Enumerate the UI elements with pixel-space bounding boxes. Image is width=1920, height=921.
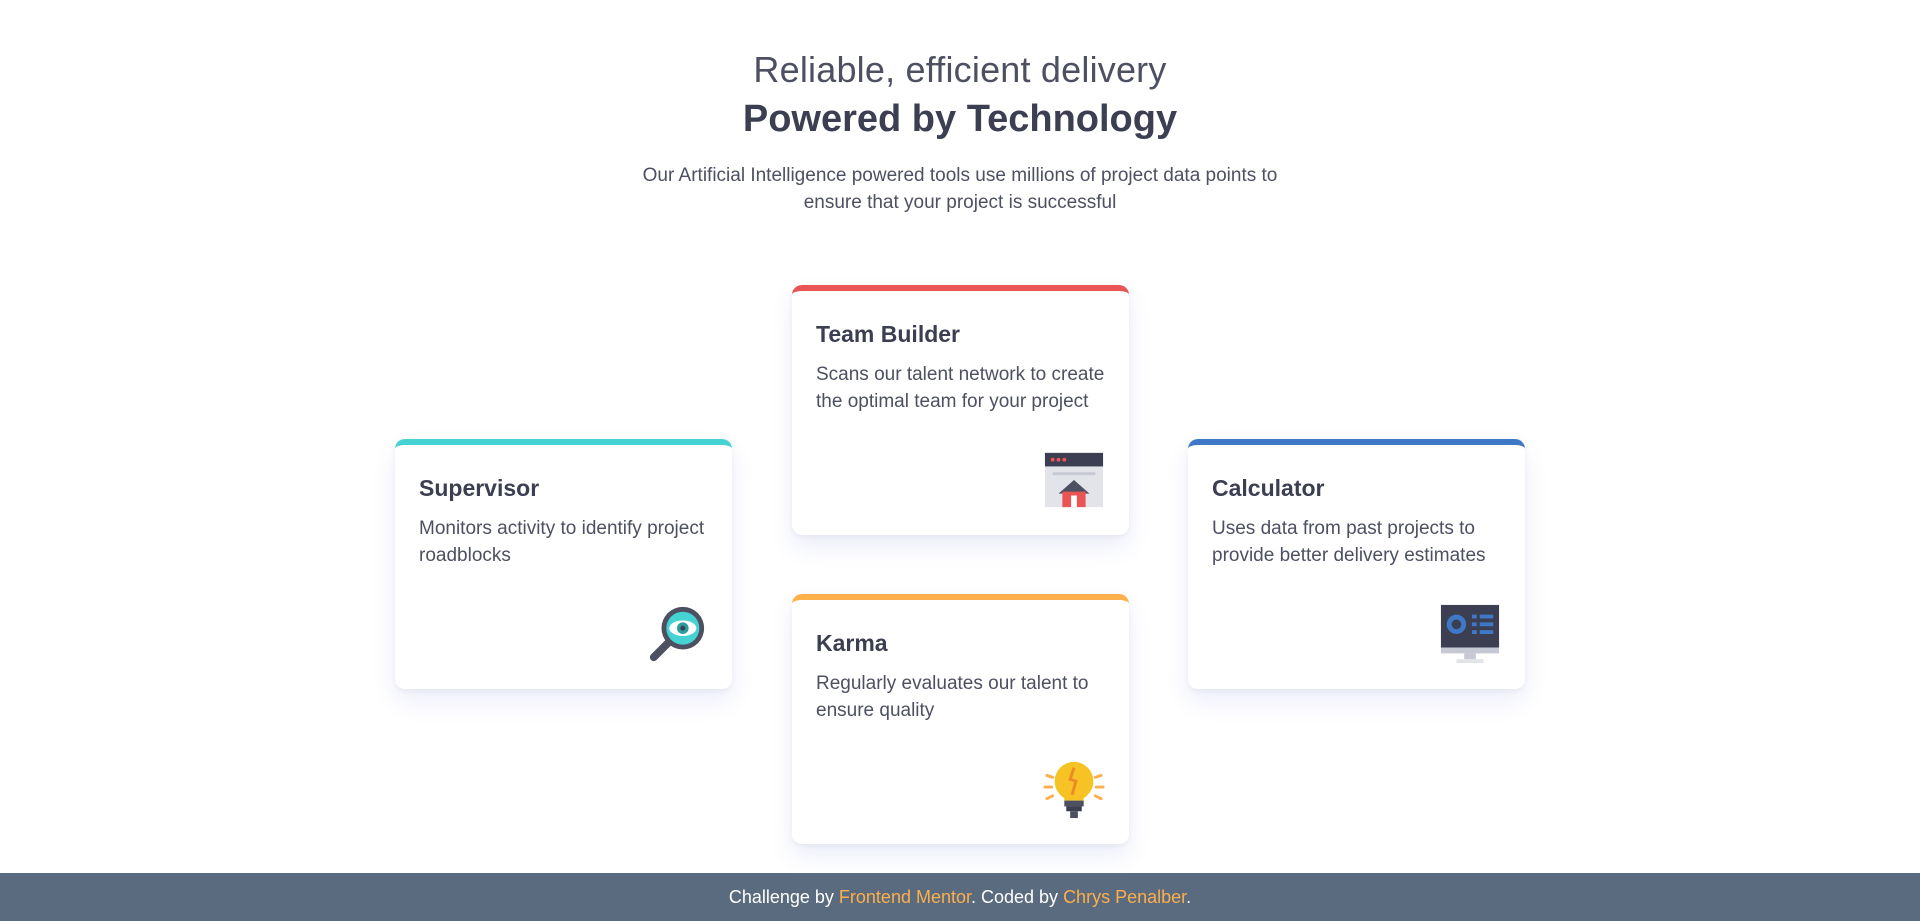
footer-suffix: . (1186, 887, 1192, 907)
card-text: Uses data from past projects to provide … (1212, 518, 1486, 566)
card-text: Scans our talent network to create the o… (816, 364, 1105, 412)
lightbulb-icon (1043, 761, 1105, 819)
magnifier-eye-icon (649, 606, 705, 662)
card-title: Calculator (1212, 475, 1325, 501)
page: Reliable, efficient delivery Powered by … (0, 0, 1920, 921)
page-description: Our Artificial Intelligence powered tool… (642, 165, 1278, 213)
card-title: Team Builder (816, 321, 960, 347)
footer-middle: . Coded by (971, 887, 1064, 907)
card-supervisor: Supervisor Monitors activity to identify… (395, 439, 732, 689)
footer: Challenge by Frontend Mentor. Coded by C… (0, 873, 1920, 921)
card-calculator: Calculator Uses data from past projects … (1188, 439, 1525, 689)
card-title: Supervisor (419, 475, 540, 501)
page-subtitle: Reliable, efficient delivery (753, 49, 1167, 90)
card-karma: Karma Regularly evaluates our talent to … (792, 594, 1129, 844)
header: Reliable, efficient delivery Powered by … (0, 48, 1920, 216)
footer-prefix: Challenge by (728, 887, 839, 907)
frontend-mentor-link[interactable]: Frontend Mentor (839, 887, 971, 907)
page-title: Powered by Technology (742, 98, 1178, 140)
card-text: Regularly evaluates our talent to ensure… (816, 673, 1089, 721)
author-link[interactable]: Chrys Penalber (1063, 887, 1186, 907)
calculator-monitor-icon (1440, 604, 1500, 664)
card-team-builder: Team Builder Scans our talent network to… (792, 285, 1129, 535)
card-text: Monitors activity to identify project ro… (419, 518, 705, 566)
team-builder-window-icon (1044, 452, 1104, 508)
card-title: Karma (816, 630, 888, 656)
